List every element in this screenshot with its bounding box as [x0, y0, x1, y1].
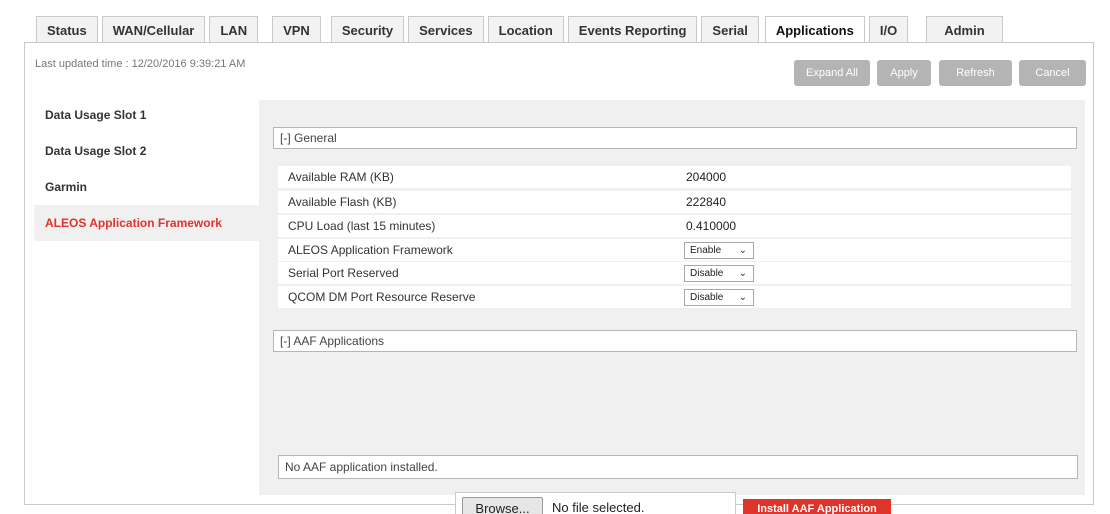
chevron-down-icon: ⌄: [738, 292, 747, 303]
refresh-button[interactable]: Refresh: [939, 60, 1012, 86]
table-row: ALEOS Application Framework Enable ⌄: [278, 239, 1071, 261]
sidebar-item-data-usage-slot-1[interactable]: Data Usage Slot 1: [34, 97, 259, 133]
tab-security[interactable]: Security: [330, 16, 405, 43]
no-file-selected-text: No file selected.: [552, 500, 645, 514]
tab-location[interactable]: Location: [487, 16, 564, 43]
table-row: QCOM DM Port Resource Reserve Disable ⌄: [278, 286, 1071, 308]
row-value: 222840: [686, 195, 727, 209]
aleos-framework-select[interactable]: Enable ⌄: [684, 242, 754, 259]
install-aaf-application-button[interactable]: Install AAF Application: [743, 499, 891, 514]
tab-admin[interactable]: Admin: [926, 16, 1003, 43]
last-updated-text: Last updated time : 12/20/2016 9:39:21 A…: [35, 58, 246, 70]
sidebar-item-data-usage-slot-2[interactable]: Data Usage Slot 2: [34, 133, 259, 169]
select-value: Enable: [690, 245, 722, 256]
general-section-header[interactable]: [-] General: [273, 127, 1077, 149]
table-row: Available RAM (KB) 204000: [278, 166, 1071, 188]
file-input: Browse... No file selected.: [455, 492, 736, 514]
row-label: ALEOS Application Framework: [288, 243, 453, 257]
row-label: CPU Load (last 15 minutes): [288, 219, 436, 233]
select-value: Disable: [690, 292, 724, 303]
tab-events-reporting[interactable]: Events Reporting: [567, 16, 698, 43]
main-content-panel: [-] General Available RAM (KB) 204000 Av…: [259, 100, 1085, 514]
row-value: 0.410000: [686, 219, 737, 233]
tab-wan-cellular[interactable]: WAN/Cellular: [101, 16, 206, 43]
tab-io[interactable]: I/O: [868, 16, 909, 43]
sidebar-item-garmin[interactable]: Garmin: [34, 169, 259, 205]
sidebar: Data Usage Slot 1 Data Usage Slot 2 Garm…: [34, 97, 259, 241]
table-row: Serial Port Reserved Disable ⌄: [278, 262, 1071, 284]
tab-status[interactable]: Status: [36, 16, 98, 43]
chevron-down-icon: ⌄: [738, 245, 747, 256]
apply-button[interactable]: Apply: [877, 60, 931, 86]
no-aaf-application-message: No AAF application installed.: [278, 455, 1078, 479]
row-value: 204000: [686, 170, 727, 184]
row-label: QCOM DM Port Resource Reserve: [288, 290, 476, 304]
tab-serial[interactable]: Serial: [701, 16, 759, 43]
cancel-button[interactable]: Cancel: [1019, 60, 1086, 86]
select-value: Disable: [690, 268, 724, 279]
tab-applications[interactable]: Applications: [764, 16, 865, 44]
sidebar-item-aleos-application-framework[interactable]: ALEOS Application Framework: [34, 205, 259, 241]
table-row: CPU Load (last 15 minutes) 0.410000: [278, 215, 1071, 237]
aaf-section-header[interactable]: [-] AAF Applications: [273, 330, 1077, 352]
main-tab-bar: Status WAN/Cellular LAN VPN Security Ser…: [36, 16, 1007, 44]
row-label: Available Flash (KB): [288, 195, 397, 209]
serial-port-reserved-select[interactable]: Disable ⌄: [684, 265, 754, 282]
tab-vpn[interactable]: VPN: [272, 16, 321, 43]
expand-all-button[interactable]: Expand All: [794, 60, 870, 86]
page-frame: Last updated time : 12/20/2016 9:39:21 A…: [24, 42, 1094, 514]
qcom-dm-port-select[interactable]: Disable ⌄: [684, 289, 754, 306]
tab-lan[interactable]: LAN: [209, 16, 259, 43]
chevron-down-icon: ⌄: [738, 268, 747, 279]
row-label: Serial Port Reserved: [288, 266, 399, 280]
browse-button[interactable]: Browse...: [462, 497, 543, 514]
row-label: Available RAM (KB): [288, 170, 394, 184]
tab-services[interactable]: Services: [408, 16, 484, 43]
table-row: Available Flash (KB) 222840: [278, 191, 1071, 213]
